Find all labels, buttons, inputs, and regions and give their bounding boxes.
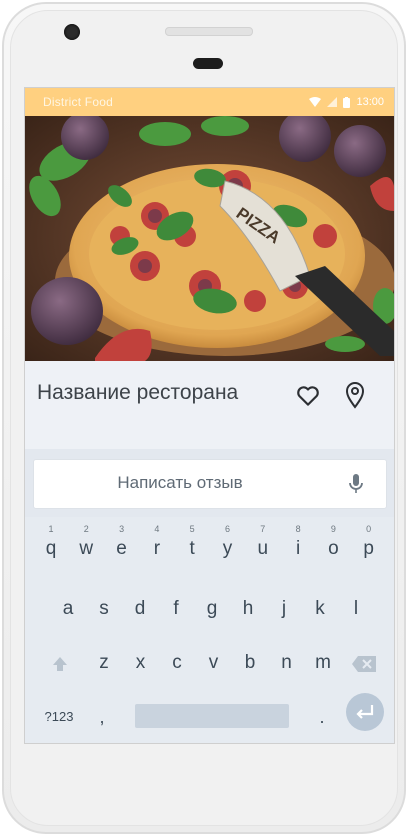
keyboard-row-1: 1q2w3e4r5t6y7u8i9o0p bbox=[25, 524, 394, 577]
comma-key[interactable]: , bbox=[87, 697, 117, 737]
symbols-key[interactable]: ?123 bbox=[33, 697, 85, 737]
map-pin-icon[interactable] bbox=[343, 381, 367, 409]
key-label: x bbox=[135, 652, 146, 673]
key-label: e bbox=[116, 538, 127, 559]
key-label: f bbox=[173, 598, 179, 619]
key-label: o bbox=[328, 538, 339, 559]
restaurant-photo: PIZZA bbox=[25, 110, 394, 361]
clock: 13:00 bbox=[356, 96, 384, 108]
key-q[interactable]: 1q bbox=[33, 524, 69, 571]
key-label: s bbox=[99, 598, 109, 619]
key-c[interactable]: c bbox=[159, 641, 195, 685]
key-hint: 3 bbox=[119, 524, 125, 534]
earpiece-speaker bbox=[165, 27, 253, 36]
key-label: b bbox=[244, 652, 256, 673]
key-l[interactable]: l bbox=[338, 587, 374, 631]
key-label: k bbox=[315, 598, 325, 619]
key-label: z bbox=[99, 652, 109, 673]
key-hint: 0 bbox=[366, 524, 372, 534]
key-v[interactable]: v bbox=[196, 641, 232, 685]
key-z[interactable]: z bbox=[86, 641, 122, 685]
key-x[interactable]: x bbox=[123, 641, 159, 685]
key-hint: 2 bbox=[83, 524, 89, 534]
key-p[interactable]: 0p bbox=[351, 524, 387, 571]
key-label: d bbox=[134, 598, 146, 619]
review-input[interactable]: Написать отзыв bbox=[33, 459, 387, 509]
status-icons: 13:00 bbox=[309, 96, 384, 108]
key-m[interactable]: m bbox=[305, 641, 341, 685]
key-label: n bbox=[281, 652, 292, 673]
front-camera bbox=[64, 24, 80, 40]
review-placeholder: Написать отзыв bbox=[117, 473, 243, 492]
key-label: y bbox=[222, 538, 233, 559]
key-a[interactable]: a bbox=[50, 587, 86, 631]
key-label: v bbox=[208, 652, 219, 673]
key-label: l bbox=[353, 598, 359, 619]
enter-icon bbox=[356, 705, 374, 719]
on-screen-keyboard: 1q2w3e4r5t6y7u8i9o0p asdfghjkl zxcvbnm ?… bbox=[25, 517, 394, 743]
battery-icon bbox=[343, 96, 351, 108]
key-d[interactable]: d bbox=[122, 587, 158, 631]
key-b[interactable]: b bbox=[232, 641, 268, 685]
key-n[interactable]: n bbox=[269, 641, 305, 685]
app-screen: District Food 13:00 PIZZA Название ресто… bbox=[24, 87, 395, 744]
key-label: a bbox=[62, 598, 74, 619]
key-label: t bbox=[189, 538, 195, 559]
key-hint: 7 bbox=[260, 524, 266, 534]
key-label: m bbox=[315, 652, 331, 673]
signal-icon bbox=[327, 97, 338, 107]
key-label: p bbox=[363, 538, 374, 559]
key-hint: 8 bbox=[295, 524, 301, 534]
key-hint: 1 bbox=[48, 524, 54, 534]
key-g[interactable]: g bbox=[194, 587, 230, 631]
key-o[interactable]: 9o bbox=[315, 524, 351, 571]
review-bar: Написать отзыв bbox=[25, 449, 394, 517]
key-y[interactable]: 6y bbox=[210, 524, 246, 571]
shift-icon[interactable] bbox=[51, 655, 69, 673]
key-hint: 4 bbox=[154, 524, 160, 534]
app-name: District Food bbox=[43, 95, 113, 109]
key-label: w bbox=[79, 538, 94, 559]
key-i[interactable]: 8i bbox=[280, 524, 316, 571]
period-key[interactable]: . bbox=[307, 697, 337, 737]
key-e[interactable]: 3e bbox=[104, 524, 140, 571]
key-h[interactable]: h bbox=[230, 587, 266, 631]
key-label: h bbox=[242, 598, 254, 619]
key-label: u bbox=[257, 538, 269, 559]
key-u[interactable]: 7u bbox=[245, 524, 281, 571]
key-label: c bbox=[172, 652, 182, 673]
pizza-photo: PIZZA bbox=[25, 110, 394, 361]
key-j[interactable]: j bbox=[266, 587, 302, 631]
key-w[interactable]: 2w bbox=[68, 524, 104, 571]
key-hint: 5 bbox=[189, 524, 195, 534]
key-label: g bbox=[206, 598, 218, 619]
key-label: i bbox=[295, 538, 301, 559]
key-s[interactable]: s bbox=[86, 587, 122, 631]
key-hint: 9 bbox=[330, 524, 336, 534]
keyboard-row-4: ?123 , . bbox=[25, 693, 394, 743]
proximity-sensor bbox=[193, 58, 223, 69]
restaurant-name: Название ресторана bbox=[37, 381, 239, 404]
key-k[interactable]: k bbox=[302, 587, 338, 631]
wifi-icon bbox=[309, 97, 322, 107]
key-r[interactable]: 4r bbox=[139, 524, 175, 571]
key-f[interactable]: f bbox=[158, 587, 194, 631]
microphone-icon[interactable] bbox=[346, 472, 366, 496]
status-bar: District Food 13:00 bbox=[25, 88, 394, 116]
backspace-icon[interactable] bbox=[351, 655, 377, 673]
enter-key[interactable] bbox=[346, 693, 384, 731]
keyboard-row-2: asdfghjkl bbox=[25, 587, 394, 637]
heart-icon[interactable] bbox=[295, 383, 321, 409]
space-bar[interactable] bbox=[135, 704, 289, 728]
keyboard-row-3: zxcvbnm bbox=[25, 641, 394, 691]
key-label: j bbox=[281, 598, 287, 619]
restaurant-header: Название ресторана bbox=[25, 361, 394, 449]
key-hint: 6 bbox=[224, 524, 230, 534]
key-t[interactable]: 5t bbox=[174, 524, 210, 571]
key-label: q bbox=[45, 538, 57, 559]
key-label: r bbox=[153, 538, 161, 559]
